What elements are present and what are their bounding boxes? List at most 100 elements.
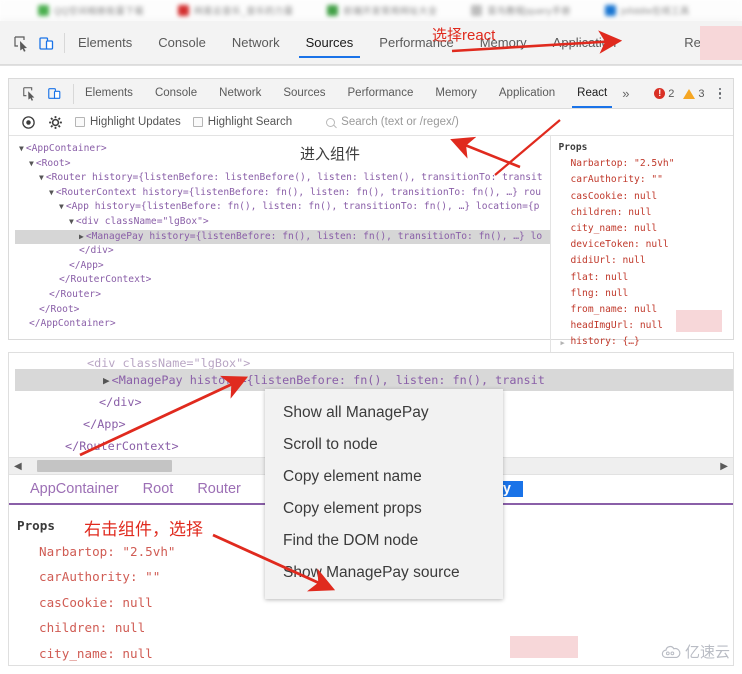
tree-row-text: </div> [79,245,114,257]
tab-sources[interactable]: Sources [272,79,336,108]
scroll-left-icon[interactable]: ◀ [9,461,27,472]
warning-badge[interactable]: 3 [683,88,705,100]
scroll-right-icon[interactable]: ▶ [715,461,733,472]
prop-row[interactable]: ▶ history: {…} [559,334,734,350]
tree-row[interactable]: ▼ <div className="lgBox"> [15,215,550,230]
tree-row[interactable]: ▼ <App history={listenBefore: fn(), liste… [15,200,550,215]
search-placeholder: Search (text or /regex/) [341,116,459,128]
gear-icon[interactable] [48,115,63,130]
device-toolbar-icon[interactable] [47,86,62,101]
prop-value: : {…} [610,336,640,348]
react-devtools-screenshot: Elements Console Network Sources Perform… [8,78,734,370]
inspect-icon[interactable] [13,35,28,52]
prop-row[interactable]: children: null [559,205,734,221]
twisty-icon[interactable]: ▼ [19,144,24,153]
twisty-icon[interactable]: ▼ [59,202,64,211]
menu-item-show-all-managepay[interactable]: Show all ManagePay [265,397,503,429]
browser-bookmarks-bar[interactable]: QQ空间相册批量下载 网易云音乐_音乐的力量 前端开发常用网址大全 菜鸟教程jq… [0,0,742,21]
bookmark-label: 菜鸟教程jquery手册 [487,5,571,16]
tree-row[interactable]: </AppContainer> [15,317,550,332]
prop-row[interactable]: carAuthority: "" [559,172,734,188]
menu-item-copy-element-name[interactable]: Copy element name [265,461,503,493]
prop-row[interactable]: casCookie: null [559,189,734,205]
inspect-icon[interactable] [22,86,37,101]
prop-value: "" [145,569,161,585]
tree-row[interactable]: ▼ <Root> [15,157,550,172]
twisty-icon[interactable]: ▼ [49,188,54,197]
prop-key: history [570,336,611,348]
tab-react[interactable]: React [566,79,618,108]
prop-row[interactable]: city_name: null [559,221,734,237]
bookmark-item[interactable]: QQ空间相册批量下载 [38,4,144,17]
bookmark-item[interactable]: 网易云音乐_音乐的力量 [178,4,293,17]
prop-key: children [570,206,617,218]
prop-key: Narbartop [39,543,108,559]
devtools-tabs: Elements Console Network Sources Perform… [65,21,731,64]
tree-row[interactable]: <div className="lgBox"> [15,357,733,369]
prop-row[interactable]: didiUrl: null [559,253,734,269]
tab-network[interactable]: Network [208,79,272,108]
breadcrumb-item-router[interactable]: Router [185,481,253,497]
tree-row-text: <div className="lgBox"> [75,215,209,227]
highlight-updates-checkbox[interactable]: Highlight Updates [75,116,181,128]
scrollbar-thumb[interactable] [36,460,172,472]
twisty-icon[interactable]: ▼ [29,159,34,168]
tree-row-text: </Root> [39,303,80,315]
menu-item-show-managepay-source[interactable]: Show ManagePay source [265,557,503,589]
breadcrumb-item-root[interactable]: Root [131,481,186,497]
prop-value: null [114,620,146,636]
twisty-icon[interactable]: ▶ [103,374,110,387]
tree-row[interactable]: ▼ <AppContainer> [15,142,550,157]
devtools-tool-icons [0,32,65,53]
more-options-icon[interactable] [716,87,725,100]
tree-row[interactable]: </Root> [15,303,550,318]
tab-elements[interactable]: Elements [65,21,145,64]
annotation-select-react: 选择react [432,27,496,44]
device-toolbar-icon[interactable] [38,35,54,50]
bookmark-item[interactable]: jsfiddle在线工具 [604,4,690,17]
bookmark-item[interactable]: 菜鸟教程jquery手册 [471,4,570,17]
menu-item-find-the-dom-node[interactable]: Find the DOM node [265,525,503,557]
highlight-search-checkbox[interactable]: Highlight Search [192,116,292,128]
tree-row[interactable]: </div> [15,244,550,259]
tree-row[interactable]: </App> [15,259,550,274]
tab-elements[interactable]: Elements [74,79,144,108]
twisty-icon[interactable]: ▶ [79,232,84,241]
prop-row[interactable]: deviceToken: null [559,237,734,253]
tree-row[interactable]: </RouterContext> [15,273,550,288]
prop-row[interactable]: Narbartop: "2.5vh" [559,156,734,172]
more-tabs-icon[interactable]: » [618,86,633,101]
props-title: Props [558,142,588,153]
search-input[interactable]: Search (text or /regex/) [326,116,733,128]
crosshair-icon[interactable] [21,115,36,130]
prop-row[interactable]: flng: null [559,286,734,302]
prop-value: : null [622,223,658,235]
prop-key: flat [570,271,594,283]
tree-row[interactable]: </Router> [15,288,550,303]
tab-application[interactable]: Application [540,21,630,64]
tab-console[interactable]: Console [144,79,208,108]
error-badge[interactable]: ! 2 [654,88,674,100]
tab-application[interactable]: Application [488,79,566,108]
menu-item-scroll-to-node[interactable]: Scroll to node [265,429,503,461]
tab-memory[interactable]: Memory [424,79,488,108]
twisty-icon[interactable]: ▼ [39,173,44,182]
tree-row[interactable]: ▼ <RouterContext history={listenBefore: f… [15,186,550,201]
tab-console[interactable]: Console [145,21,219,64]
twisty-icon[interactable]: ▶ [561,335,565,351]
bookmark-item[interactable]: 前端开发常用网址大全 [327,4,437,17]
prop-row[interactable]: children: null [17,615,733,641]
tree-row-selected[interactable]: ▶ <ManagePay history={listenBefore: fn(),… [15,229,550,245]
prop-row[interactable]: city_name: null [17,641,733,665]
bookmark-favicon [327,4,339,16]
react-component-tree[interactable]: ▼ <AppContainer> ▼ <Root> ▼ <Router history… [9,136,550,370]
tree-row[interactable]: ▼ <Router history={listenBefore: listenBe… [15,171,550,186]
twisty-icon[interactable]: ▼ [69,217,74,226]
tab-performance[interactable]: Performance [337,79,425,108]
breadcrumb-item-appcontainer[interactable]: AppContainer [18,481,131,497]
menu-item-copy-element-props[interactable]: Copy element props [265,493,503,525]
tab-network[interactable]: Network [219,21,293,64]
tree-row-selected[interactable]: ▶ <ManagePay history={listenBefore: fn(),… [15,369,733,391]
prop-row[interactable]: flat: null [559,270,734,286]
tab-sources[interactable]: Sources [293,21,367,64]
